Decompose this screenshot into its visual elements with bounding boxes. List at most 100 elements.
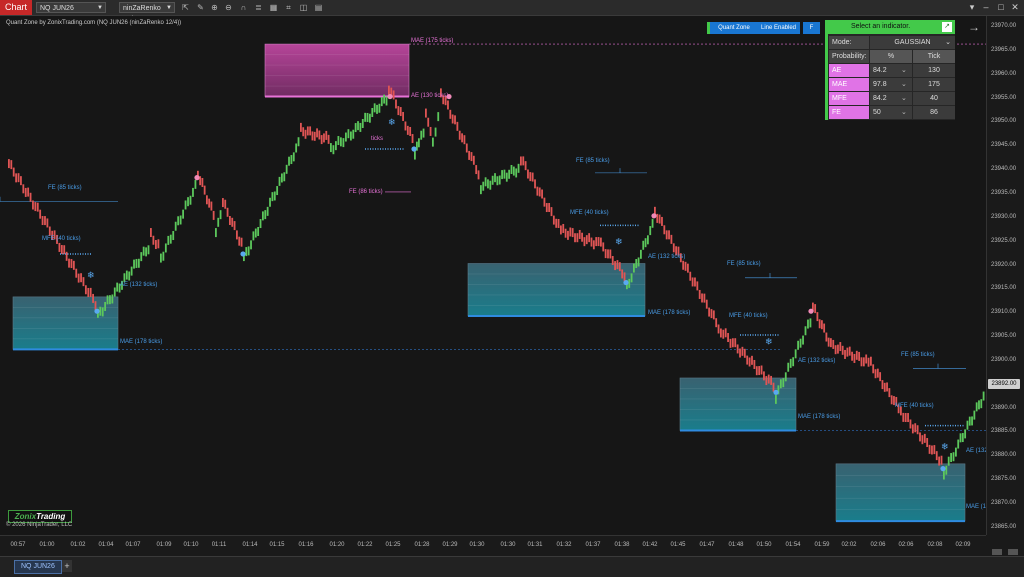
time-tick-label: 01:47: [699, 542, 715, 548]
renko-brick: [366, 112, 369, 122]
renko-brick: [177, 216, 180, 226]
scroll-left-button[interactable]: [992, 549, 1002, 555]
renko-brick: [480, 185, 482, 195]
renko-brick: [531, 172, 534, 182]
tab-nq-jun26[interactable]: NQ JUN26: [14, 560, 62, 574]
scroll-right-button[interactable]: [1008, 549, 1018, 555]
renko-brick: [595, 237, 598, 247]
zoom-in-icon[interactable]: ⊕: [209, 2, 220, 13]
properties-icon[interactable]: ≣: [253, 2, 264, 13]
renko-brick: [155, 240, 157, 250]
dropdown-icon[interactable]: ▾: [966, 1, 978, 13]
time-tick-label: 02:06: [870, 542, 886, 548]
cursor-icon[interactable]: ⇱: [180, 2, 191, 13]
renko-brick: [876, 368, 879, 378]
renko-brick: [385, 96, 388, 106]
line-enabled-button[interactable]: Line Enabled: [757, 22, 800, 34]
probability-row-label: MFE: [829, 92, 869, 105]
tick-header: Tick: [913, 50, 955, 63]
renko-brick: [281, 173, 283, 183]
quant-zone-box: [467, 263, 646, 317]
strategy-icon[interactable]: ⌗: [283, 2, 294, 13]
renko-brick: [614, 261, 616, 271]
renko-brick: [306, 126, 309, 136]
renko-brick: [309, 126, 312, 136]
price-tick-label: 23940.00: [991, 166, 1017, 173]
renko-brick: [698, 289, 701, 299]
close-icon[interactable]: ✕: [1009, 1, 1021, 13]
renko-brick: [203, 185, 206, 195]
renko-brick: [844, 349, 846, 359]
time-tick-label: 01:45: [670, 542, 686, 548]
data-box-icon[interactable]: ▤: [313, 2, 324, 13]
draw-icon[interactable]: ✎: [195, 2, 206, 13]
renko-brick: [27, 187, 30, 197]
minimize-icon[interactable]: –: [980, 1, 992, 13]
renko-brick: [12, 167, 15, 177]
renko-brick: [689, 271, 692, 281]
f-button[interactable]: F: [803, 22, 820, 34]
add-tab-button[interactable]: +: [62, 560, 72, 572]
annotation-label: MAE (178 ticks): [648, 310, 691, 316]
time-tick-label: 01:48: [728, 542, 744, 548]
renko-brick: [926, 438, 929, 448]
renko-brick: [498, 175, 501, 185]
renko-brick: [82, 277, 85, 287]
renko-brick: [75, 268, 78, 278]
renko-brick: [938, 456, 941, 466]
renko-brick: [818, 319, 821, 329]
panel-header[interactable]: Select an indicator. ↗: [825, 20, 955, 34]
time-tick-label: 01:10: [183, 542, 199, 548]
renko-brick: [300, 122, 302, 132]
annotation-label: AE (132 ticks): [798, 358, 836, 364]
instrument-label: NQ JUN26: [40, 5, 74, 12]
renko-brick: [252, 231, 255, 241]
price-tick-label: 23875.00: [991, 476, 1017, 483]
price-tick-label: 23870.00: [991, 500, 1017, 506]
renko-brick: [63, 245, 66, 255]
renko-brick: [347, 129, 350, 139]
renko-brick: [247, 246, 250, 256]
renko-brick: [257, 227, 260, 237]
instrument-selector[interactable]: NQ JUN26 ▼: [36, 2, 106, 13]
renko-brick: [830, 338, 832, 348]
bar-type-selector[interactable]: ninZaRenko 12/4▼: [119, 2, 175, 23]
renko-brick: [911, 424, 914, 434]
chart-window-tab[interactable]: Chart: [0, 0, 33, 15]
maximize-icon[interactable]: □: [995, 1, 1007, 13]
swing-point-marker: [94, 308, 100, 314]
renko-brick: [468, 150, 471, 160]
time-tick-label: 01:02: [70, 542, 86, 548]
renko-brick: [278, 176, 281, 186]
chevron-down-icon: ⌄: [901, 67, 907, 74]
renko-brick: [422, 128, 425, 138]
renko-brick: [961, 433, 964, 443]
renko-brick: [588, 233, 591, 243]
mode-select[interactable]: GAUSSIAN ⌄: [870, 36, 955, 49]
time-axis[interactable]: 00:57 01:00 01:02 01:04 01:07 01:09 01:10 01:11…: [0, 535, 986, 556]
renko-brick: [447, 100, 449, 110]
price-axis[interactable]: 23970.00 23965.00 23960.00 23955.00 23950.00…: [986, 16, 1024, 535]
renko-brick: [770, 375, 773, 385]
renko-brick: [724, 328, 727, 338]
price-tick-label: 23910.00: [991, 309, 1017, 316]
renko-brick: [708, 307, 711, 317]
renko-brick: [68, 258, 70, 268]
screenshot-icon[interactable]: ◫: [298, 2, 309, 13]
renko-brick: [58, 242, 61, 252]
renko-brick: [775, 394, 777, 404]
renko-brick: [550, 207, 553, 217]
zoom-out-icon[interactable]: ⊖: [223, 2, 234, 13]
template-icon[interactable]: ▦: [268, 2, 279, 13]
renko-brick: [543, 197, 546, 207]
renko-brick: [855, 350, 858, 360]
renko-brick: [739, 348, 741, 358]
arrow-right-icon[interactable]: →: [968, 20, 980, 34]
probability-tick-value: 40: [913, 92, 955, 105]
quant-zone-button[interactable]: Quant Zone: [707, 22, 758, 34]
renko-brick: [574, 233, 576, 243]
renko-brick: [758, 366, 761, 376]
time-tick-label: 01:16: [298, 542, 314, 548]
external-link-icon[interactable]: ↗: [942, 22, 952, 32]
magnet-icon[interactable]: ∩: [238, 2, 249, 13]
